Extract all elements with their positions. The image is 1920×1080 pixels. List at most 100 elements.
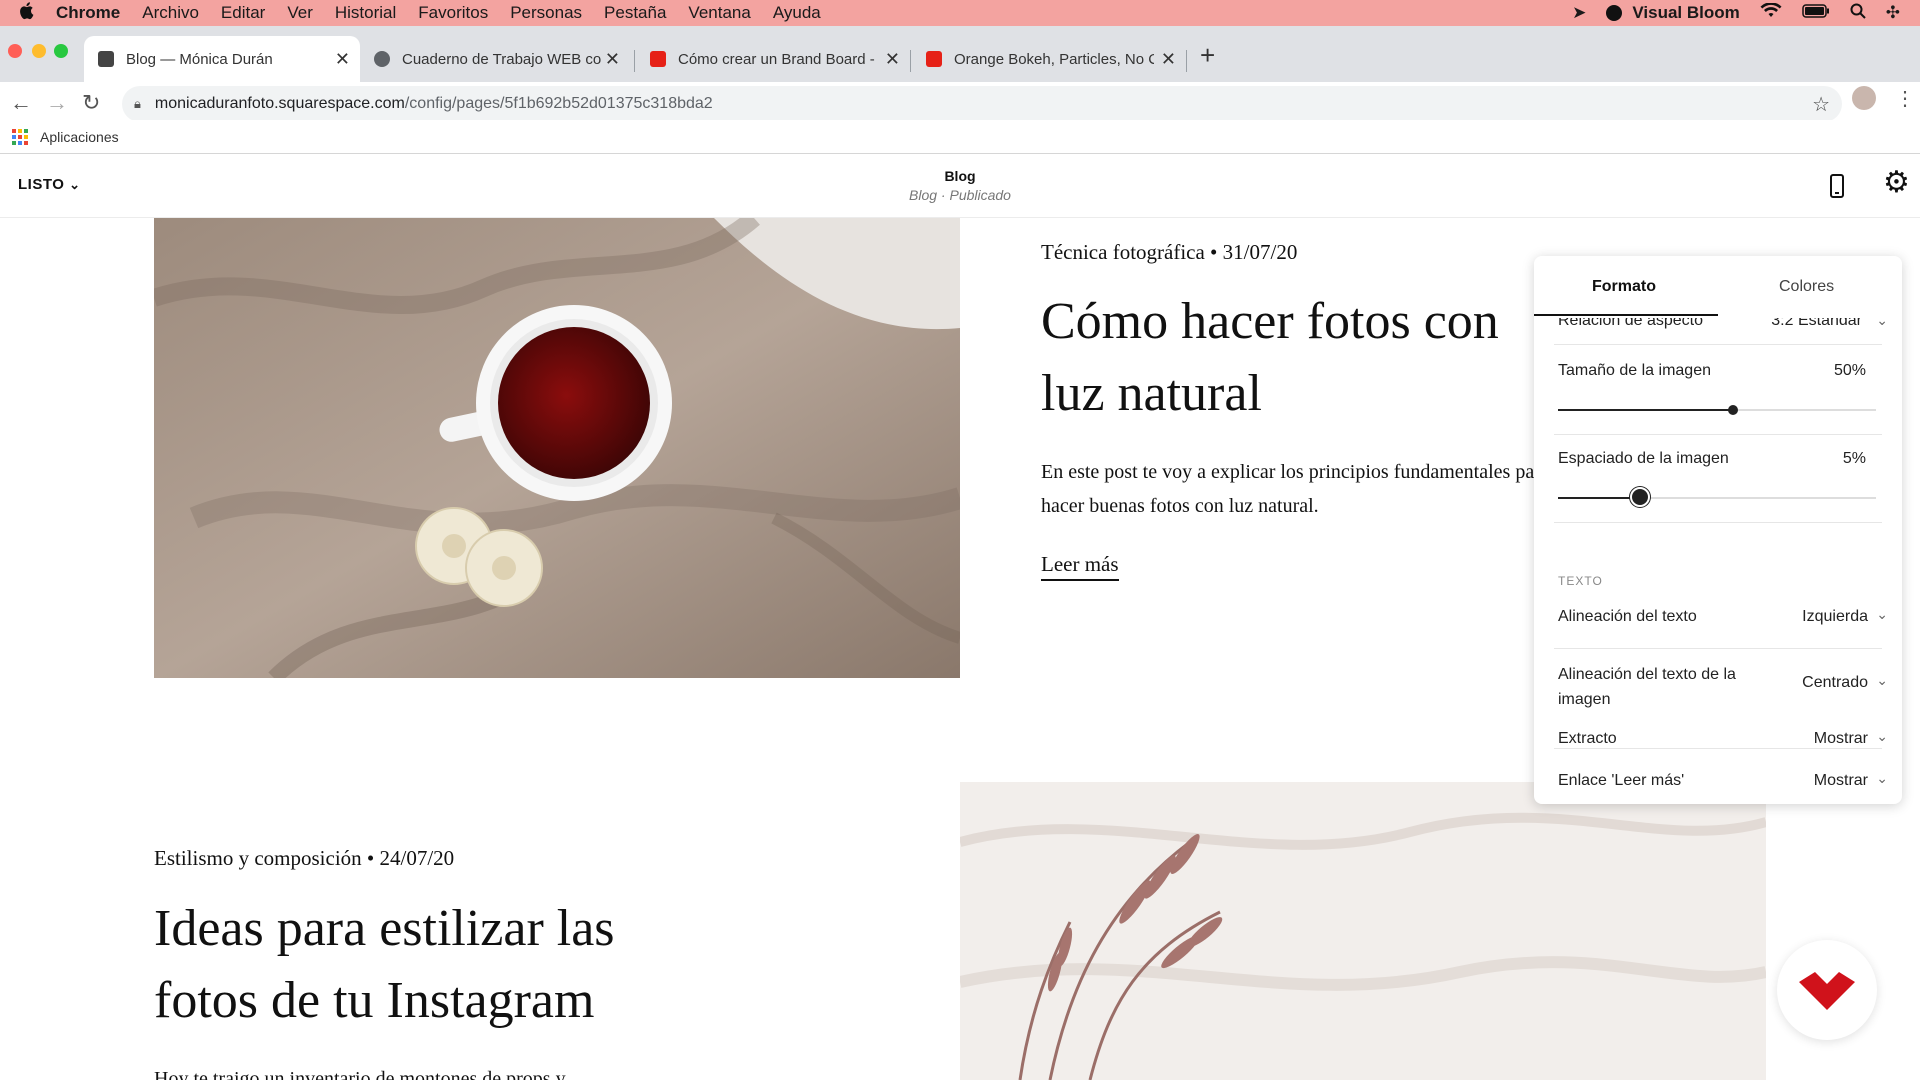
read-more-link[interactable]: Leer más <box>1041 552 1119 581</box>
tab-colores[interactable]: Colores <box>1779 278 1834 296</box>
brand-logo-bubble[interactable] <box>1777 940 1877 1040</box>
maximize-window-button[interactable] <box>54 44 68 58</box>
spotlight-search-icon[interactable] <box>1850 3 1866 24</box>
tab-title: Orange Bokeh, Particles, No Co <box>954 50 1154 68</box>
menu-editar[interactable]: Editar <box>221 3 265 23</box>
menu-app-name[interactable]: Chrome <box>56 3 120 23</box>
control-center-icon[interactable]: ✣ <box>1886 3 1900 23</box>
image-text-alignment-row[interactable]: Alineación del texto de la imagen Centra… <box>1534 648 1902 722</box>
close-tab-icon[interactable]: ✕ <box>335 49 350 70</box>
post-image-grass[interactable] <box>960 782 1766 1080</box>
text-alignment-row[interactable]: Alineación del texto Izquierda ⌄ <box>1534 592 1902 648</box>
excerpt-value: Mostrar <box>1813 730 1868 747</box>
minimize-window-button[interactable] <box>32 44 46 58</box>
image-size-label: Tamaño de la imagen <box>1558 362 1711 379</box>
chevron-down-icon: ⌄ <box>1876 672 1888 688</box>
globe-icon <box>374 51 390 67</box>
chevron-down-icon: ⌄ <box>1876 770 1888 786</box>
close-tab-icon[interactable]: ✕ <box>1161 49 1176 70</box>
wifi-icon[interactable] <box>1760 1 1782 24</box>
tab-title: Cuaderno de Trabajo WEB com <box>402 50 602 68</box>
post-image-tea[interactable] <box>154 218 960 678</box>
menu-personas[interactable]: Personas <box>510 3 582 23</box>
menu-archivo[interactable]: Archivo <box>142 3 199 23</box>
address-bar[interactable]: 🔒︎ monicaduranfoto.squarespace.com/confi… <box>122 86 1842 122</box>
mobile-preview-icon[interactable] <box>1830 174 1844 198</box>
image-text-alignment-value: Centrado <box>1802 674 1868 691</box>
page-subtitle: Blog · Publicado <box>909 187 1011 203</box>
tab-cuaderno[interactable]: Cuaderno de Trabajo WEB com ✕ <box>360 36 630 82</box>
brand-logo-icon <box>1799 972 1855 1010</box>
menu-historial[interactable]: Historial <box>335 3 396 23</box>
tab-blog[interactable]: Blog — Mónica Durán ✕ <box>84 36 360 82</box>
tab-title: Cómo crear un Brand Board - Y <box>678 50 878 68</box>
close-tab-icon[interactable]: ✕ <box>605 49 620 70</box>
menu-favoritos[interactable]: Favoritos <box>418 3 488 23</box>
excerpt-label: Extracto <box>1558 730 1617 747</box>
post-meta[interactable]: Técnica fotográfica • 31/07/20 <box>1041 240 1297 265</box>
chevron-down-icon: ⌄ <box>1876 606 1888 622</box>
divider <box>1554 434 1882 435</box>
divider <box>1554 522 1882 523</box>
post-title[interactable]: Cómo hacer fotos con luz natural <box>1041 286 1561 430</box>
panel-tabs: Formato Colores <box>1534 256 1902 318</box>
tab-separator <box>910 50 911 72</box>
mac-menu-bar: Chrome Archivo Editar Ver Historial Favo… <box>0 0 1920 26</box>
page-title: Blog <box>944 168 976 184</box>
slider-knob[interactable] <box>1727 405 1738 415</box>
read-more-link-row[interactable]: Enlace 'Leer más' Mostrar ⌄ <box>1534 756 1902 804</box>
menu-ver[interactable]: Ver <box>287 3 313 23</box>
read-more-link-label: Enlace 'Leer más' <box>1558 772 1685 789</box>
image-size-value: 50% <box>1833 362 1866 379</box>
text-alignment-value: Izquierda <box>1802 608 1868 625</box>
close-tab-icon[interactable]: ✕ <box>885 49 900 70</box>
url-path: /config/pages/5f1b692b52d01375c318bda2 <box>404 95 713 112</box>
menu-pestana[interactable]: Pestaña <box>604 3 666 23</box>
tab-orange-bokeh[interactable]: Orange Bokeh, Particles, No Co ✕ <box>912 36 1186 82</box>
tab-separator <box>634 50 635 72</box>
bookmark-star-icon[interactable]: ☆ <box>1812 92 1830 117</box>
image-spacing-slider[interactable] <box>1558 493 1876 503</box>
apps-bookmark[interactable]: Aplicaciones <box>40 129 119 145</box>
tab-strip: Blog — Mónica Durán ✕ Cuaderno de Trabaj… <box>0 26 1920 82</box>
screen: Chrome Archivo Editar Ver Historial Favo… <box>0 0 1920 1080</box>
status-app-name[interactable]: Visual Bloom <box>1632 3 1739 23</box>
tab-brand-board[interactable]: Cómo crear un Brand Board - Y ✕ <box>636 36 910 82</box>
active-tab-indicator <box>1534 314 1718 316</box>
divider <box>1554 344 1882 345</box>
chrome-menu-icon[interactable]: ⋮ <box>1895 86 1915 111</box>
reload-icon[interactable]: ↻ <box>82 90 100 116</box>
post-meta[interactable]: Estilismo y composición • 24/07/20 <box>154 846 454 871</box>
record-icon[interactable] <box>1606 5 1623 21</box>
slider-fill <box>1558 409 1733 411</box>
close-window-button[interactable] <box>8 44 22 58</box>
tab-formato[interactable]: Formato <box>1592 278 1656 296</box>
menu-ventana[interactable]: Ventana <box>688 3 750 23</box>
squarespace-icon <box>98 51 114 67</box>
image-spacing-value: 5% <box>1842 450 1866 467</box>
image-text-alignment-label: Alineación del texto de la imagen <box>1558 666 1736 708</box>
post-excerpt: Hoy te traigo un inventario de montones … <box>154 1068 566 1080</box>
menu-ayuda[interactable]: Ayuda <box>773 3 821 23</box>
bookmarks-bar: Aplicaciones <box>0 120 1920 154</box>
lock-icon[interactable]: 🔒︎ <box>134 96 141 112</box>
profile-avatar[interactable] <box>1852 86 1876 110</box>
new-tab-icon[interactable]: + <box>1200 40 1215 71</box>
read-more-link-value: Mostrar <box>1813 772 1868 789</box>
back-arrow-icon[interactable]: ← <box>10 90 32 116</box>
url-host: monicaduranfoto.squarespace.com <box>154 95 405 112</box>
apple-icon[interactable] <box>16 1 36 25</box>
apps-grid-icon[interactable] <box>12 128 28 145</box>
post-title[interactable]: Ideas para estilizar las fotos de tu Ins… <box>154 893 714 1037</box>
location-arrow-icon[interactable]: ➤ <box>1572 3 1586 23</box>
image-size-slider[interactable] <box>1558 405 1876 415</box>
battery-icon[interactable] <box>1802 3 1830 23</box>
gear-icon[interactable]: ⚙ <box>1883 168 1910 198</box>
image-spacing-label: Espaciado de la imagen <box>1558 450 1729 467</box>
text-alignment-label: Alineación del texto <box>1558 608 1697 625</box>
post-excerpt: En este post te voy a explicar los princ… <box>1041 461 1550 517</box>
format-panel: Formato Colores Relación de aspecto 3:2 … <box>1534 256 1902 804</box>
forward-arrow-icon[interactable]: → <box>46 90 68 116</box>
youtube-icon <box>650 51 666 67</box>
tab-separator <box>1186 50 1187 72</box>
